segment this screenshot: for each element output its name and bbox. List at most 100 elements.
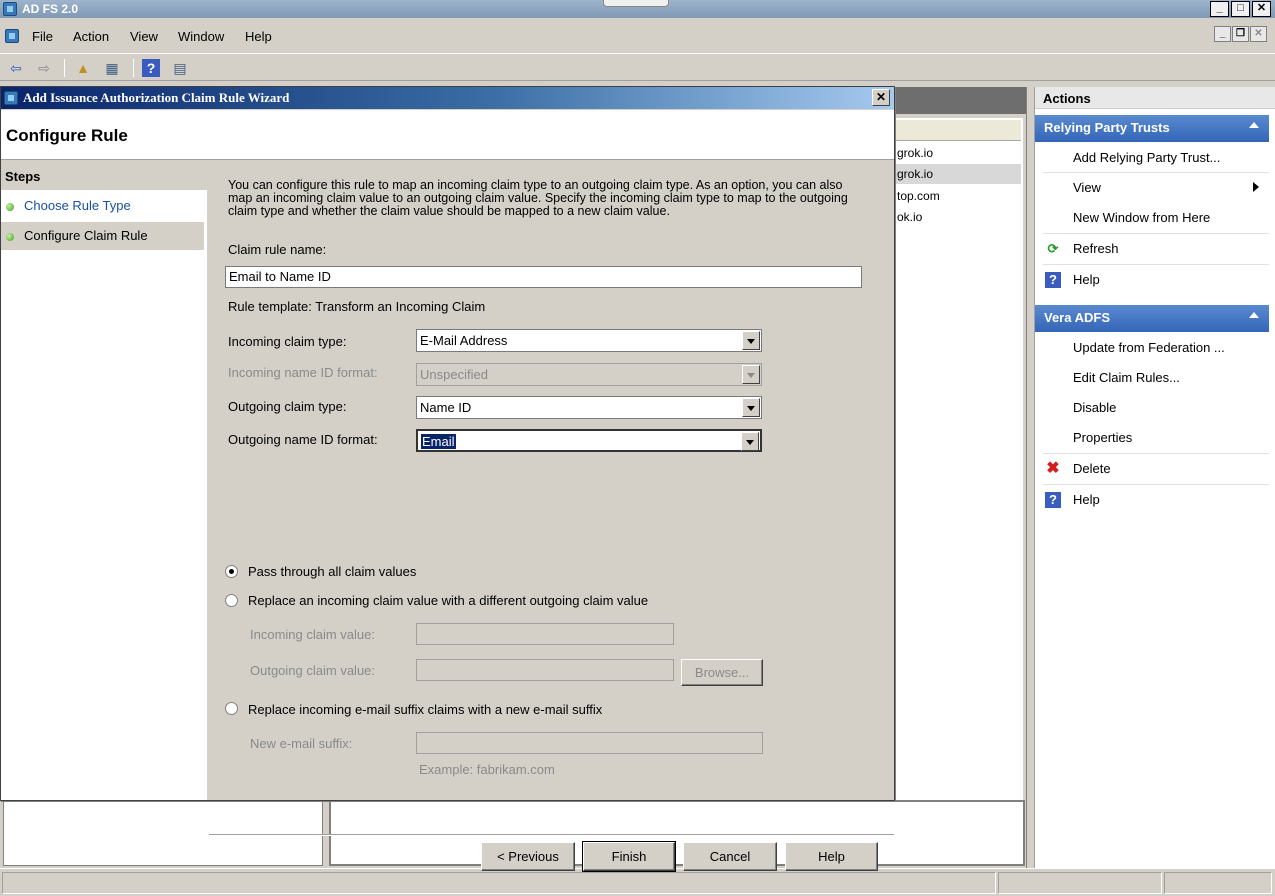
up-folder-icon[interactable]: ▲ bbox=[73, 58, 93, 78]
finish-button[interactable]: Finish bbox=[582, 841, 676, 872]
action-refresh[interactable]: Refresh bbox=[1073, 241, 1119, 256]
mdi-close-button[interactable]: ✕ bbox=[1250, 26, 1267, 42]
wizard-content: You can configure this rule to map an in… bbox=[209, 162, 894, 872]
outgoing-name-id-format-label: Outgoing name ID format: bbox=[228, 432, 378, 447]
cancel-button[interactable]: Cancel bbox=[683, 842, 777, 871]
replace-value-radio[interactable] bbox=[225, 594, 238, 607]
example-text: Example: fabrikam.com bbox=[419, 762, 555, 777]
dialog-close-button[interactable]: ✕ bbox=[872, 89, 890, 106]
tree-pane-lower bbox=[3, 800, 323, 866]
action-view[interactable]: View bbox=[1073, 180, 1101, 195]
claim-rule-name-label: Claim rule name: bbox=[228, 242, 327, 257]
action-delete[interactable]: Delete bbox=[1073, 461, 1111, 476]
dialog-titlebar: Add Issuance Authorization Claim Rule Wi… bbox=[1, 87, 894, 109]
action-add-relying-party-trust[interactable]: Add Relying Party Trust... bbox=[1073, 150, 1220, 165]
select-value: E-Mail Address bbox=[420, 333, 508, 348]
action-edit-claim-rules[interactable]: Edit Claim Rules... bbox=[1073, 370, 1180, 385]
dialog-title: Add Issuance Authorization Claim Rule Wi… bbox=[23, 90, 290, 105]
list-column-header[interactable] bbox=[893, 120, 1021, 141]
action-new-window[interactable]: New Window from Here bbox=[1073, 210, 1210, 225]
show-hide-tree-icon[interactable]: ▦ bbox=[102, 58, 122, 78]
close-button[interactable]: ✕ bbox=[1252, 1, 1271, 17]
action-help[interactable]: Help bbox=[1073, 492, 1100, 507]
remote-session-tab[interactable] bbox=[603, 0, 669, 7]
action-update-from-federation[interactable]: Update from Federation ... bbox=[1073, 340, 1225, 355]
step-choose-rule-type[interactable]: Choose Rule Type bbox=[1, 192, 204, 220]
show-action-pane-icon[interactable]: ▤ bbox=[170, 58, 190, 78]
submenu-arrow-icon bbox=[1253, 182, 1259, 192]
minimize-button[interactable]: _ bbox=[1210, 1, 1229, 17]
rule-template-label: Rule template: Transform an Incoming Cla… bbox=[228, 299, 486, 314]
pass-through-label[interactable]: Pass through all claim values bbox=[248, 564, 416, 579]
dropdown-arrow-icon bbox=[742, 365, 760, 384]
action-properties[interactable]: Properties bbox=[1073, 430, 1132, 445]
outgoing-name-id-format-select[interactable]: Email bbox=[416, 429, 762, 452]
section-vera-adfs[interactable]: Vera ADFS bbox=[1035, 305, 1269, 332]
menu-help[interactable]: Help bbox=[245, 29, 272, 44]
help-icon[interactable]: ? bbox=[142, 59, 160, 77]
list-header-bar bbox=[893, 87, 1028, 114]
menu-window[interactable]: Window bbox=[178, 29, 224, 44]
status-bar bbox=[0, 868, 1275, 896]
outgoing-claim-type-label: Outgoing claim type: bbox=[228, 399, 347, 414]
select-value: Email bbox=[421, 434, 456, 449]
menu-file[interactable]: File bbox=[32, 29, 53, 44]
wizard-icon bbox=[4, 91, 18, 105]
outgoing-claim-type-select[interactable]: Name ID bbox=[416, 396, 762, 419]
mdi-restore-button[interactable]: ❐ bbox=[1232, 26, 1249, 42]
steps-header: Steps bbox=[1, 162, 207, 190]
step-configure-claim-rule[interactable]: Configure Claim Rule bbox=[1, 222, 204, 250]
list-item[interactable]: top.com bbox=[897, 189, 940, 203]
replace-suffix-label[interactable]: Replace incoming e-mail suffix claims wi… bbox=[248, 702, 602, 717]
action-help[interactable]: Help bbox=[1073, 272, 1100, 287]
collapse-icon[interactable] bbox=[1249, 122, 1259, 128]
outgoing-claim-value-label: Outgoing claim value: bbox=[250, 663, 376, 678]
app-title: AD FS 2.0 bbox=[22, 2, 79, 16]
new-suffix-label: New e-mail suffix: bbox=[250, 736, 353, 751]
actions-header: Actions bbox=[1035, 87, 1275, 109]
replace-suffix-radio[interactable] bbox=[225, 702, 238, 715]
pass-through-radio[interactable] bbox=[225, 565, 238, 578]
list-item[interactable]: grok.io bbox=[897, 146, 933, 160]
list-item[interactable]: ok.io bbox=[897, 210, 922, 224]
relying-party-list bbox=[893, 118, 1023, 866]
maximize-button[interactable]: □ bbox=[1231, 1, 1250, 17]
dropdown-arrow-icon[interactable] bbox=[742, 331, 760, 350]
step-label: Choose Rule Type bbox=[24, 198, 131, 213]
refresh-icon: ⟳ bbox=[1047, 241, 1059, 256]
section-relying-party-trusts[interactable]: Relying Party Trusts bbox=[1035, 115, 1269, 142]
menu-action[interactable]: Action bbox=[73, 29, 109, 44]
actions-pane: Actions Relying Party Trusts Add Relying… bbox=[1034, 87, 1275, 868]
back-icon[interactable]: ⇦ bbox=[6, 58, 26, 78]
toolbar: ⇦ ⇨ ▲ ▦ ? ▤ bbox=[0, 53, 1275, 81]
step-complete-icon bbox=[6, 203, 14, 211]
page-title: Configure Rule bbox=[6, 126, 128, 145]
list-item[interactable]: grok.io bbox=[897, 167, 933, 181]
description-text: You can configure this rule to map an in… bbox=[228, 178, 848, 218]
step-label: Configure Claim Rule bbox=[24, 228, 148, 243]
outgoing-claim-value-input bbox=[416, 659, 674, 681]
forward-icon[interactable]: ⇨ bbox=[34, 58, 54, 78]
mdi-minimize-button[interactable]: _ bbox=[1214, 26, 1231, 42]
action-disable[interactable]: Disable bbox=[1073, 400, 1116, 415]
select-value: Name ID bbox=[420, 400, 472, 415]
incoming-claim-type-select[interactable]: E-Mail Address bbox=[416, 329, 762, 352]
incoming-claim-value-input bbox=[416, 623, 674, 645]
status-cell bbox=[998, 872, 1162, 894]
incoming-name-id-format-select: Unspecified bbox=[416, 363, 762, 386]
select-value: Unspecified bbox=[420, 367, 488, 382]
dropdown-arrow-icon[interactable] bbox=[742, 398, 760, 417]
mmc-icon bbox=[5, 29, 19, 43]
dropdown-arrow-icon[interactable] bbox=[741, 432, 759, 451]
previous-button[interactable]: < Previous bbox=[481, 842, 575, 871]
replace-value-label[interactable]: Replace an incoming claim value with a d… bbox=[248, 593, 648, 608]
step-current-icon bbox=[6, 233, 14, 241]
claim-rule-name-input[interactable]: Email to Name ID bbox=[225, 266, 862, 288]
steps-pane: Steps Choose Rule Type Configure Claim R… bbox=[1, 162, 207, 800]
help-button[interactable]: Help bbox=[785, 842, 878, 871]
collapse-icon[interactable] bbox=[1249, 312, 1259, 318]
section-title: Vera ADFS bbox=[1044, 310, 1110, 325]
status-cell bbox=[2, 872, 996, 894]
section-title: Relying Party Trusts bbox=[1044, 120, 1170, 135]
menu-view[interactable]: View bbox=[130, 29, 158, 44]
